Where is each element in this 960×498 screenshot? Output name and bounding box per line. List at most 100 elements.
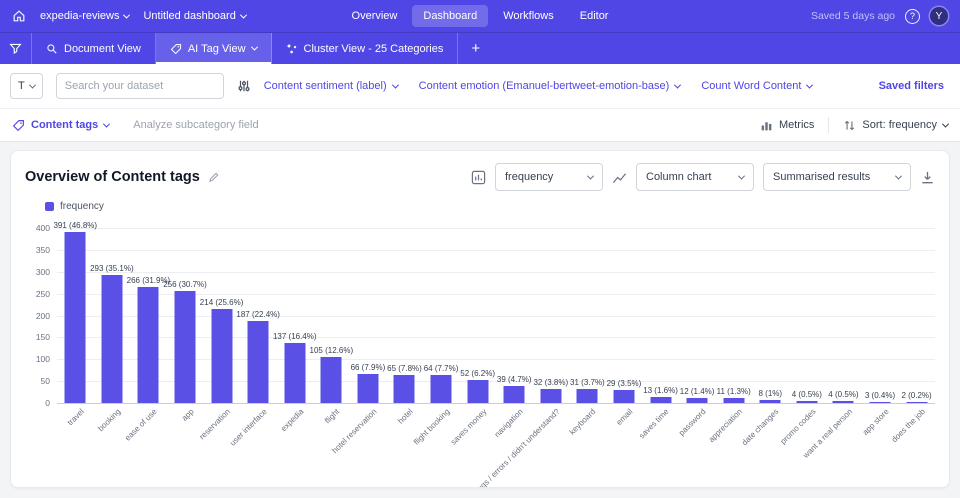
bar[interactable]	[175, 291, 196, 403]
saved-filters-link[interactable]: Saved filters	[879, 80, 944, 92]
bar[interactable]	[540, 389, 561, 403]
nav-overview[interactable]: Overview	[341, 5, 409, 27]
bar-column[interactable]: 2 (0.2%)does the job	[898, 228, 935, 403]
bar[interactable]	[211, 309, 232, 403]
dashboard-selector[interactable]: Untitled dashboard	[143, 10, 245, 22]
project-selector[interactable]: expedia-reviews	[40, 10, 129, 22]
bar-column[interactable]: 11 (1.3%)appreciation	[715, 228, 752, 403]
bar-column[interactable]: 12 (1.4%)password	[679, 228, 716, 403]
bar-column[interactable]: 31 (3.7%)keyboard	[569, 228, 606, 403]
download-icon[interactable]	[920, 170, 935, 185]
bar[interactable]	[138, 287, 159, 403]
chevron-down-icon	[240, 11, 247, 18]
saved-status: Saved 5 days ago	[811, 10, 895, 22]
x-axis-label: flight	[323, 407, 341, 425]
x-axis-label: reservation	[198, 407, 232, 441]
chevron-down-icon	[738, 172, 745, 179]
help-icon[interactable]: ?	[905, 9, 920, 24]
bar-column[interactable]: 64 (7.7%)flight booking	[423, 228, 460, 403]
bar[interactable]	[248, 321, 269, 403]
y-axis: 050100150200250300350400	[25, 228, 57, 403]
card-title: Overview of Content tags	[25, 169, 200, 185]
bar[interactable]	[687, 398, 708, 403]
nav-workflows[interactable]: Workflows	[492, 5, 565, 27]
bar-value-label: 293 (35.1%)	[90, 264, 134, 273]
home-icon[interactable]	[12, 9, 26, 23]
dropdown-content-sentiment[interactable]: Content sentiment (label)	[264, 80, 398, 92]
filter-icon[interactable]	[0, 33, 32, 64]
x-axis-label: promo codes	[778, 407, 817, 446]
metric-select[interactable]: frequency	[495, 163, 603, 191]
x-axis-label: date changes	[740, 407, 780, 447]
bar-value-label: 105 (12.6%)	[310, 346, 354, 355]
project-name: expedia-reviews	[40, 10, 119, 22]
nav-dashboard[interactable]: Dashboard	[412, 5, 488, 27]
bar[interactable]	[723, 398, 744, 403]
bar-column[interactable]: 52 (6.2%)saves money	[459, 228, 496, 403]
bar[interactable]	[613, 390, 634, 403]
dropdown-content-emotion[interactable]: Content emotion (Emanuel-bertweet-emotio…	[419, 80, 681, 92]
bar-column[interactable]: 4 (0.5%)promo codes	[789, 228, 826, 403]
bar-column[interactable]: 29 (3.5%)email	[606, 228, 643, 403]
add-view-button[interactable]: +	[458, 33, 493, 64]
bar-column[interactable]: 391 (46.8%)travel	[57, 228, 94, 403]
tab-label: Cluster View - 25 Categories	[304, 43, 444, 55]
edit-icon[interactable]	[208, 171, 220, 183]
sort-button[interactable]: Sort: frequency	[843, 119, 948, 132]
results-select[interactable]: Summarised results	[763, 163, 911, 191]
bar-value-label: 4 (0.5%)	[792, 390, 822, 399]
tab-ai-tag-view[interactable]: AI Tag View	[156, 33, 272, 64]
bar[interactable]	[833, 401, 854, 403]
bar-column[interactable]: 3 (0.4%)app store	[862, 228, 899, 403]
chevron-down-icon	[103, 120, 110, 127]
y-tick-label: 100	[36, 354, 50, 364]
bar[interactable]	[431, 375, 452, 403]
bar-column[interactable]: 105 (12.6%)flight	[313, 228, 350, 403]
avatar[interactable]: Y	[930, 7, 948, 25]
chart-type-select[interactable]: Column chart	[636, 163, 754, 191]
analyze-subcategory-field[interactable]: Analyze subcategory field	[133, 119, 258, 131]
metric-select-value: frequency	[505, 171, 553, 183]
bar[interactable]	[906, 402, 927, 403]
metrics-button[interactable]: Metrics	[760, 119, 814, 132]
content-tags-label: Content tags	[31, 119, 98, 131]
bar-column[interactable]: 266 (31.9%)ease of use	[130, 228, 167, 403]
bar-column[interactable]: 13 (1.6%)saves time	[642, 228, 679, 403]
bar-column[interactable]: 187 (22.4%)user interface	[240, 228, 277, 403]
bar[interactable]	[796, 401, 817, 403]
dropdown-count-word-content[interactable]: Count Word Content	[701, 80, 812, 92]
bar[interactable]	[577, 389, 598, 403]
tab-document-view[interactable]: Document View	[32, 33, 156, 64]
bar-column[interactable]: 256 (30.7%)app	[167, 228, 204, 403]
bar[interactable]	[284, 343, 305, 403]
bar-column[interactable]: 65 (7.8%)hotel	[386, 228, 423, 403]
bar[interactable]	[467, 380, 488, 403]
bar-value-label: 65 (7.8%)	[387, 364, 422, 373]
bar[interactable]	[101, 275, 122, 403]
card-header: Overview of Content tags frequency	[25, 163, 935, 191]
field-type-selector[interactable]: T	[10, 73, 43, 99]
bar[interactable]	[504, 386, 525, 403]
bar-value-label: 52 (6.2%)	[460, 369, 495, 378]
content-tags-selector[interactable]: Content tags	[31, 119, 109, 131]
bar-column[interactable]: 214 (25.6%)reservation	[203, 228, 240, 403]
bar[interactable]	[357, 374, 378, 403]
bar-column[interactable]: 32 (3.8%)bugs / errors / didn't understa…	[533, 228, 570, 403]
adjust-filters-icon[interactable]	[237, 79, 251, 93]
bar-column[interactable]: 66 (7.9%)hotel reservation	[350, 228, 387, 403]
bar-column[interactable]: 39 (4.7%)navigation	[496, 228, 533, 403]
nav-editor[interactable]: Editor	[569, 5, 620, 27]
bar-column[interactable]: 8 (1%)date changes	[752, 228, 789, 403]
bar-column[interactable]: 137 (16.4%)expedia	[276, 228, 313, 403]
tab-cluster-view[interactable]: Cluster View - 25 Categories	[272, 33, 459, 64]
cluster-view-icon	[286, 43, 298, 55]
bar[interactable]	[65, 232, 86, 403]
search-input[interactable]	[56, 73, 224, 99]
bar-column[interactable]: 4 (0.5%)want a real person	[825, 228, 862, 403]
bar-column[interactable]: 293 (35.1%)booking	[94, 228, 131, 403]
bar[interactable]	[321, 357, 342, 403]
bar[interactable]	[650, 397, 671, 403]
bar[interactable]	[870, 402, 891, 403]
bar[interactable]	[760, 400, 781, 404]
bar[interactable]	[394, 375, 415, 403]
